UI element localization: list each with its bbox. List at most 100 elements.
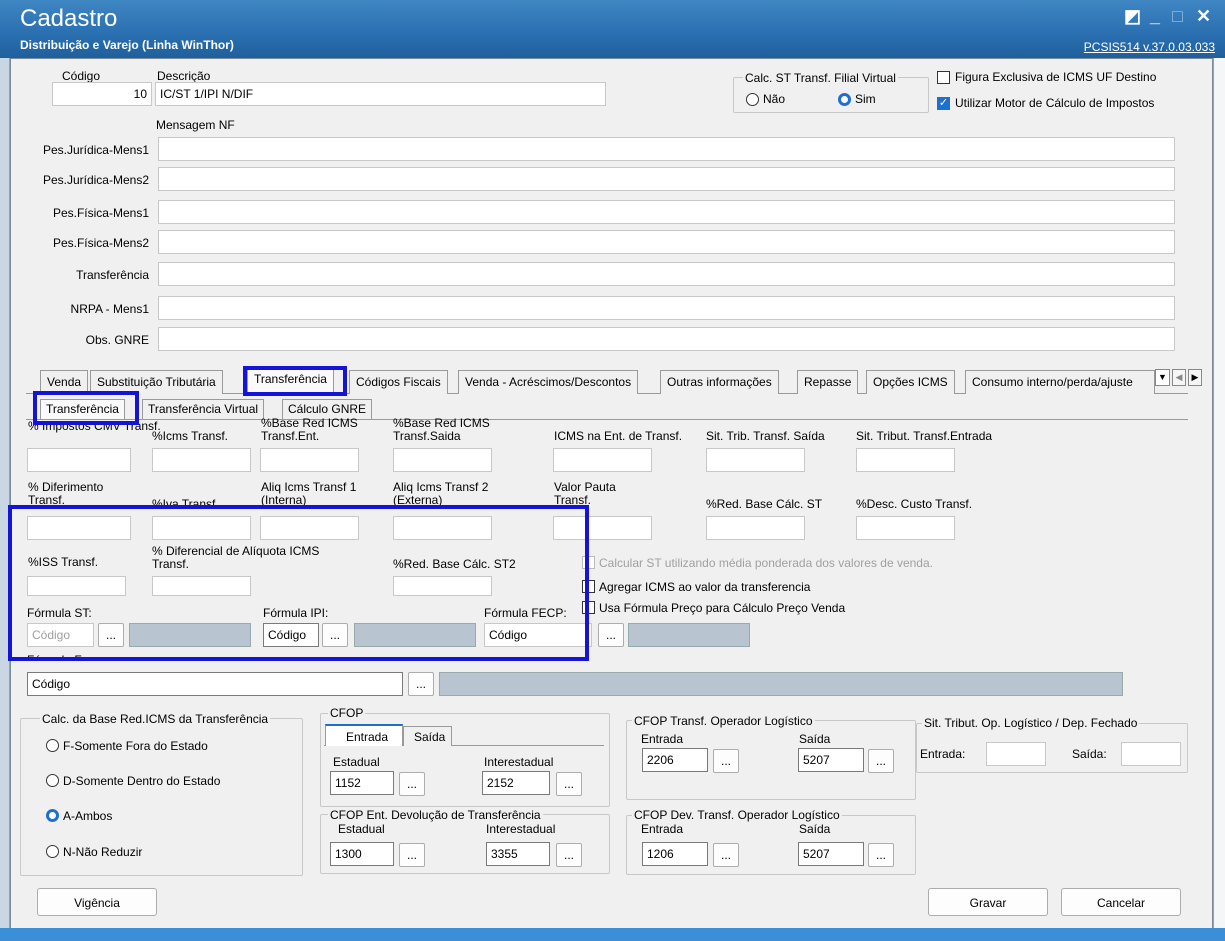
sit-trib-log-saida-label: Saída: [1072,747,1107,761]
message-input[interactable] [158,296,1175,320]
formula-fecp-description [628,623,750,647]
tab-codigos-fiscais[interactable]: Códigos Fiscais [349,370,448,394]
base-red-radio-f[interactable] [46,739,59,752]
cfop-dev-log-saida-search-button[interactable]: ... [868,843,894,867]
minimize-icon[interactable]: _ [1150,6,1160,27]
cfop-interestadual-input[interactable]: 2152 [482,771,550,795]
codigo-input[interactable]: 10 [52,82,152,106]
agregar-icms-label: Agregar ICMS ao valor da transferencia [599,580,811,594]
radio-sim-label: Sim [855,92,876,106]
motor-label: Utilizar Motor de Cálculo de Impostos [955,96,1155,110]
window-subtitle: Distribuição e Varejo (Linha WinThor) [20,38,234,52]
cfop-dev-interestadual-search-button[interactable]: ... [556,843,582,867]
icms-transf-input[interactable] [152,448,251,472]
message-label: Pes.Física-Mens1 [52,206,149,220]
base-red-radio-a[interactable] [46,809,59,822]
motor-checkbox[interactable]: ✓ [937,97,950,110]
cfop-dev-log-saida-input[interactable]: 5207 [798,842,864,866]
cfop-dev-estadual-label: Estadual [338,822,385,836]
message-label: Obs. GNRE [85,333,149,347]
cfop-log-entrada-search-button[interactable]: ... [713,749,739,773]
cfop-dev-log-entrada-input[interactable]: 1206 [642,842,708,866]
formula-funcep-input[interactable]: Código [27,672,403,696]
maximize-icon[interactable]: □ [1172,6,1183,27]
descricao-input[interactable]: IC/ST 1/IPI N/DIF [155,82,606,106]
cfop-tab-entrada[interactable]: Entrada [325,724,403,746]
desc-custo-label: %Desc. Custo Transf. [856,497,973,511]
formula-funcep-search-button[interactable]: ... [408,672,434,696]
base-red-ent-input[interactable] [260,448,359,472]
subtab-transferencia-virtual[interactable]: Transferência Virtual [142,399,265,419]
tab-consumo-interno[interactable]: Consumo interno/perda/ajuste [965,370,1155,394]
cfop-interestadual-search-button[interactable]: ... [556,772,582,796]
cfop-estadual-input[interactable]: 1152 [330,771,394,795]
tab-venda-acrescimos[interactable]: Venda - Acréscimos/Descontos [458,370,639,394]
message-input[interactable] [158,200,1175,224]
base-red-option-n: N-Não Reduzir [63,845,143,859]
sit-trib-saida-input[interactable] [706,448,805,472]
usa-formula-label: Usa Fórmula Preço para Cálculo Preço Ven… [599,601,846,615]
cfop-dev-log-title: CFOP Dev. Transf. Operador Logístico [632,808,842,822]
cfop-dev-interestadual-input[interactable]: 3355 [486,842,550,866]
cfop-log-entrada-input[interactable]: 2206 [642,748,708,772]
radio-nao[interactable] [746,93,759,106]
cfop-dev-log-saida-label: Saída [799,822,831,836]
background-window-right [1213,58,1225,928]
cancelar-button[interactable]: Cancelar [1061,888,1181,916]
sit-trib-log-entrada-input[interactable] [986,742,1046,766]
message-input[interactable] [158,262,1175,286]
formula-fecp-search-button[interactable]: ... [598,623,624,647]
cfop-dev-estadual-search-button[interactable]: ... [399,843,425,867]
gravar-button[interactable]: Gravar [928,888,1048,916]
tab-repasse[interactable]: Repasse [797,370,859,394]
message-input[interactable] [158,327,1175,351]
message-input[interactable] [158,137,1175,161]
base-red-radio-n[interactable] [46,845,59,858]
cfop-title: CFOP [328,706,366,720]
highlight-tab-transferencia [243,366,347,396]
message-label: Pes.Jurídica-Mens2 [42,173,149,187]
cfop-estadual-search-button[interactable]: ... [399,772,425,796]
tab-opcoes-icms[interactable]: Opções ICMS [866,370,955,394]
title-bar: Cadastro Distribuição e Varejo (Linha Wi… [0,0,1225,58]
icms-transf-label: %Icms Transf. [152,429,229,443]
tabs-scroll-right-icon[interactable]: ▶ [1188,369,1202,386]
icms-ent-label: ICMS na Ent. de Transf. [554,429,683,443]
cfop-log-saida-input[interactable]: 5207 [798,748,864,772]
cfop-tab-saida[interactable]: Saída [403,726,452,746]
media-ponderada-label: Calcular ST utilizando média ponderada d… [599,556,933,570]
tab-outras-informacoes[interactable]: Outras informações [660,370,779,394]
diferimento-label: % Diferimento Transf. [28,480,104,507]
red-base-st-label: %Red. Base Cálc. ST [706,497,823,511]
radio-nao-label: Não [763,92,786,106]
message-input[interactable] [158,167,1175,191]
figura-label: Figura Exclusiva de ICMS UF Destino [955,70,1157,84]
sit-trib-log-saida-input[interactable] [1121,742,1181,766]
cfop-dev-log-entrada-search-button[interactable]: ... [713,843,739,867]
close-icon[interactable]: ✕ [1196,6,1211,27]
base-red-saida-label: %Base Red ICMS Transf.Saida [393,416,490,443]
cfop-interestadual-label: Interestadual [484,755,554,769]
cfop-log-saida-search-button[interactable]: ... [868,749,894,773]
cfop-estadual-label: Estadual [333,755,380,769]
radio-sim[interactable] [838,93,851,106]
impostos-cmv-input[interactable] [27,448,131,472]
red-base-st-input[interactable] [706,516,805,540]
tabs-scroll-left-icon[interactable]: ◀ [1172,369,1186,386]
icms-ent-input[interactable] [553,448,652,472]
base-red-saida-input[interactable] [393,448,492,472]
desc-custo-input[interactable] [856,516,955,540]
restore-icon[interactable]: ◩ [1124,6,1141,27]
tabs-dropdown-icon[interactable]: ▼ [1155,369,1170,386]
message-input[interactable] [158,230,1175,254]
base-red-radio-d[interactable] [46,774,59,787]
version-label: PCSIS514 v.37.0.03.033 [1083,40,1215,54]
cfop-dev-log-entrada-label: Entrada [641,822,684,836]
cfop-log-entrada-label: Entrada [641,732,684,746]
figura-checkbox[interactable] [937,71,950,84]
sit-trib-entrada-input[interactable] [856,448,955,472]
sit-trib-saida-label: Sit. Trib. Transf. Saída [706,429,825,443]
cfop-dev-interestadual-label: Interestadual [486,822,556,836]
cfop-dev-estadual-input[interactable]: 1300 [330,842,394,866]
vigencia-button[interactable]: Vigência [37,888,157,916]
